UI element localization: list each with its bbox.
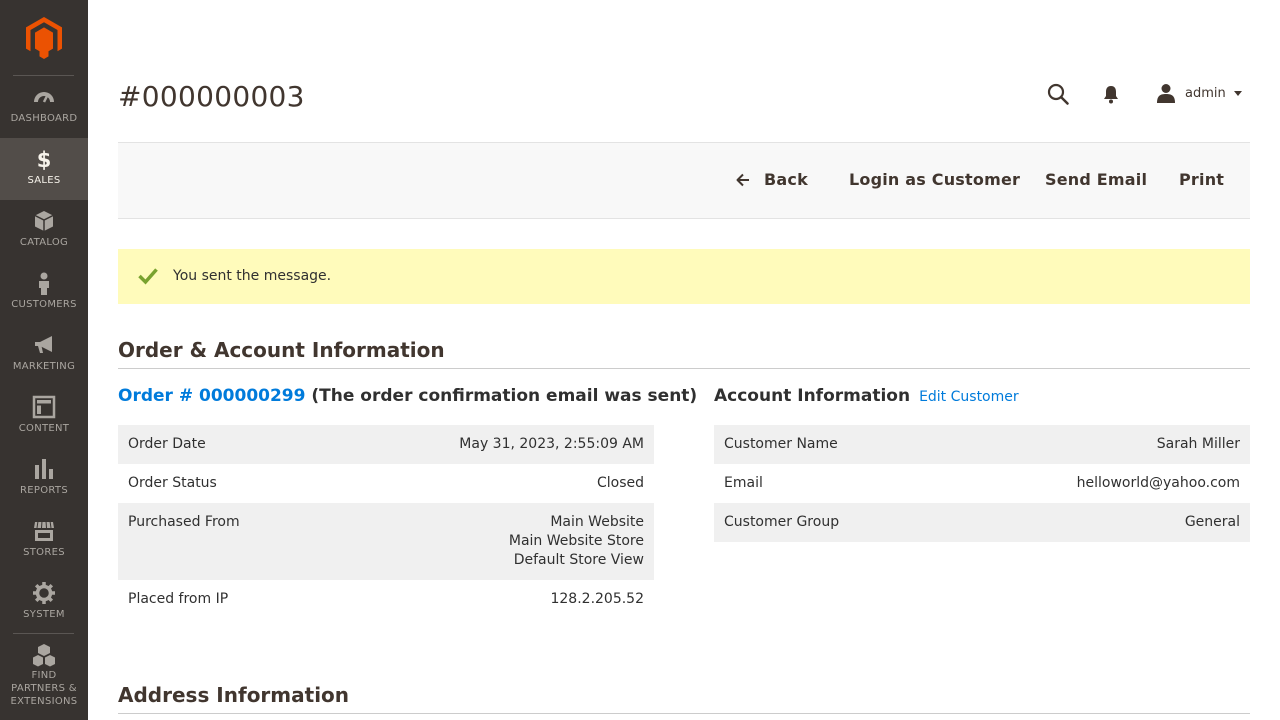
sidebar-item-reports[interactable]: Reports [0, 448, 88, 510]
store-view-name: Default Store View [513, 552, 644, 568]
login-as-customer-button[interactable]: Login as Customer [849, 170, 1020, 189]
sidebar-item-partners[interactable]: Find Partners & Extensions [0, 634, 88, 720]
message-text: You sent the message. [173, 268, 332, 284]
account-info-title: Account Information [714, 386, 911, 406]
bell-icon[interactable] [1102, 85, 1120, 104]
sidebar-item-label: Customers [11, 299, 77, 310]
website-name: Main Website [550, 514, 644, 530]
order-status-value: Closed [596, 475, 644, 491]
bar-chart-icon [35, 459, 53, 479]
account-info-heading: Account Information Edit Customer [714, 386, 1019, 406]
sidebar-item-label: System [23, 609, 65, 620]
sidebar-item-catalog[interactable]: Catalog [0, 200, 88, 262]
purchased-from-label: Purchased From [128, 514, 240, 530]
placed-from-ip-value: 128.2.205.52 [550, 591, 644, 607]
storefront-icon [34, 520, 54, 541]
chevron-down-icon [1233, 90, 1242, 96]
sidebar-item-label: Find Partners & Extensions [10, 670, 78, 707]
purchased-from-value: Main Website Main Website Store Default … [509, 513, 644, 570]
order-heading: Order # 000000299 (The order confirmatio… [118, 386, 697, 406]
customer-group-value: General [1184, 514, 1240, 530]
admin-sidebar: Dashboard $ Sales Catalog Customers Mark… [0, 0, 88, 720]
table-row: Email helloworld@yahoo.com [714, 464, 1250, 503]
customer-name-label: Customer Name [724, 436, 838, 452]
sidebar-item-label: Stores [23, 547, 65, 558]
email-link[interactable]: helloworld@yahoo.com [1077, 474, 1240, 493]
order-date-label: Order Date [128, 436, 206, 452]
sidebar-item-label: Content [18, 423, 70, 434]
section-title-order-account: Order & Account Information [118, 338, 1250, 369]
send-email-button[interactable]: Send Email [1045, 170, 1147, 189]
sidebar-item-system[interactable]: System [0, 572, 88, 634]
sidebar-item-label: Sales [27, 175, 61, 186]
table-row: Placed from IP 128.2.205.52 [118, 580, 654, 619]
admin-user-menu[interactable]: admin [1156, 82, 1242, 104]
table-row: Order Status Closed [118, 464, 654, 503]
success-message: You sent the message. [118, 249, 1250, 304]
sidebar-item-customers[interactable]: Customers [0, 262, 88, 324]
magento-logo-icon[interactable] [26, 17, 62, 59]
customer-name-link[interactable]: Sarah Miller [1157, 435, 1240, 454]
edit-customer-link[interactable]: Edit Customer [919, 389, 1019, 405]
order-info-table: Order Date May 31, 2023, 2:55:09 AM Orde… [118, 425, 654, 619]
customer-group-label: Customer Group [724, 514, 840, 530]
svg-text:$: $ [37, 148, 52, 171]
search-icon[interactable] [1047, 83, 1069, 105]
placed-from-ip-label: Placed from IP [128, 591, 229, 607]
sidebar-item-label: Catalog [19, 237, 69, 248]
sidebar-item-dashboard[interactable]: Dashboard [0, 76, 88, 138]
table-row: Order Date May 31, 2023, 2:55:09 AM [118, 425, 654, 464]
megaphone-icon [35, 336, 52, 353]
cubes-icon [33, 644, 55, 667]
user-icon [1157, 84, 1175, 103]
box-icon [34, 211, 54, 231]
section-title-address: Address Information [118, 683, 1250, 714]
arrow-left-icon[interactable] [736, 173, 750, 187]
back-button[interactable]: Back [764, 170, 808, 189]
admin-username: admin [1185, 85, 1226, 101]
dollar-icon: $ [37, 148, 52, 171]
table-row: Customer Name Sarah Miller [714, 425, 1250, 464]
page-title: #000000003 [118, 80, 305, 113]
account-info-table: Customer Name Sarah Miller Email hellowo… [714, 425, 1250, 542]
person-icon [39, 272, 49, 295]
sidebar-item-stores[interactable]: Stores [0, 510, 88, 572]
checkmark-icon [138, 268, 158, 285]
sidebar-item-label: Reports [20, 485, 68, 496]
table-row: Customer Group General [714, 503, 1250, 542]
layout-icon [32, 395, 56, 419]
email-label: Email [724, 475, 763, 491]
page-actions-bar: Back Login as Customer Send Email Print [118, 142, 1250, 219]
order-status-label: Order Status [128, 475, 217, 491]
sidebar-item-sales[interactable]: $ Sales [0, 138, 88, 200]
sidebar-item-content[interactable]: Content [0, 386, 88, 448]
sidebar-item-marketing[interactable]: Marketing [0, 324, 88, 386]
sidebar-item-label: Dashboard [10, 113, 78, 124]
order-link[interactable]: Order # 000000299 [118, 386, 305, 406]
table-row: Purchased From Main Website Main Website… [118, 503, 654, 580]
order-confirmation-note: (The order confirmation email was sent) [311, 386, 698, 406]
gear-icon [33, 582, 55, 604]
dashboard-icon [34, 92, 54, 103]
order-date-value: May 31, 2023, 2:55:09 AM [459, 436, 644, 452]
print-button[interactable]: Print [1179, 170, 1224, 189]
store-name: Main Website Store [508, 533, 644, 549]
sidebar-item-label: Marketing [12, 361, 76, 372]
